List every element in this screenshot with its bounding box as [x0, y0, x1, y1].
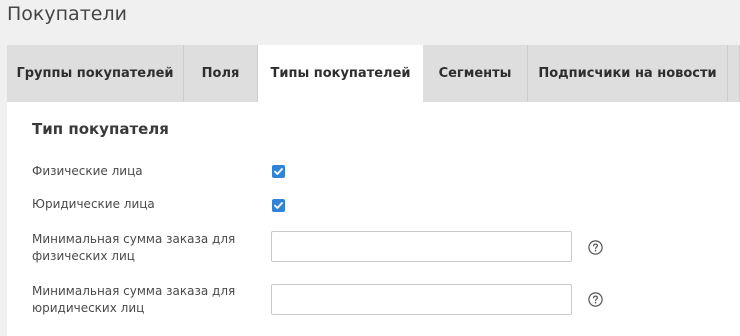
check-icon — [274, 168, 283, 175]
min-order-legal-label: Минимальная сумма заказа для юридических… — [32, 284, 236, 315]
tab-newsletter-subscribers[interactable]: Подписчики на новости — [528, 45, 728, 102]
legal-entities-checkbox[interactable] — [272, 199, 285, 212]
min-order-individuals-input[interactable] — [271, 231, 572, 262]
question-circle-icon[interactable] — [588, 292, 603, 307]
individuals-label: Физические лица — [32, 164, 143, 178]
tab-customer-groups[interactable]: Группы покупателей — [7, 45, 184, 102]
tab-bar: Группы покупателей Поля Типы покупателей… — [7, 45, 740, 102]
individuals-checkbox[interactable] — [272, 165, 285, 178]
tab-overflow-edge — [728, 45, 740, 102]
min-order-legal-input[interactable] — [271, 284, 572, 315]
tab-customer-types[interactable]: Типы покупателей — [258, 45, 423, 102]
check-icon — [274, 202, 283, 209]
tab-segments[interactable]: Сегменты — [423, 45, 528, 102]
page-title: Покупатели — [7, 3, 127, 25]
tab-fields[interactable]: Поля — [184, 45, 258, 102]
section-title: Тип покупателя — [32, 120, 169, 138]
min-order-individuals-label: Минимальная сумма заказа для физических … — [32, 232, 236, 263]
customer-types-panel: Тип покупателя Физические лица Юридическ… — [7, 102, 740, 336]
legal-entities-label: Юридические лица — [32, 197, 155, 211]
question-circle-icon[interactable] — [588, 240, 603, 255]
